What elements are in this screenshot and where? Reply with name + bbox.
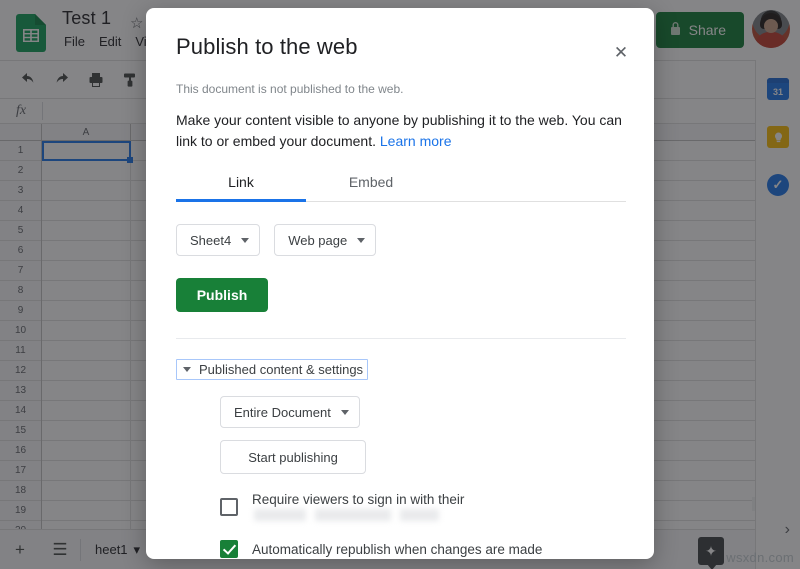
dialog-title: Publish to the web xyxy=(176,34,624,60)
format-select-value: Web page xyxy=(288,233,347,248)
scope-select[interactable]: Entire Document xyxy=(220,396,360,428)
require-signin-row[interactable]: Require viewers to sign in with their xyxy=(220,492,624,522)
chevron-down-icon xyxy=(183,367,191,372)
dialog-tabs: Link Embed xyxy=(176,174,626,202)
dialog-content: Publish to the web ✕ This document is no… xyxy=(146,8,654,559)
tab-embed[interactable]: Embed xyxy=(306,174,436,201)
auto-republish-row[interactable]: Automatically republish when changes are… xyxy=(220,540,624,558)
published-content-settings-label: Published content & settings xyxy=(199,362,363,377)
dialog-divider xyxy=(176,338,626,339)
sheet-select[interactable]: Sheet4 xyxy=(176,224,260,256)
start-publishing-button[interactable]: Start publishing xyxy=(220,440,366,474)
auto-republish-label: Automatically republish when changes are… xyxy=(252,542,542,557)
require-signin-label-text: Require viewers to sign in with their xyxy=(252,492,464,507)
screen: Test 1 ☆ File Edit Vi Share xyxy=(0,0,800,569)
published-content-settings-toggle[interactable]: Published content & settings xyxy=(176,359,368,380)
watermark: wsxdn.com xyxy=(726,550,794,565)
format-select[interactable]: Web page xyxy=(274,224,376,256)
close-icon[interactable]: ✕ xyxy=(610,42,632,64)
chevron-down-icon xyxy=(357,238,365,243)
auto-republish-checkbox[interactable] xyxy=(220,540,238,558)
publish-to-web-dialog: Publish to the web ✕ This document is no… xyxy=(146,8,654,559)
dialog-description: Make your content visible to anyone by p… xyxy=(176,110,624,152)
scope-select-value: Entire Document xyxy=(234,405,331,420)
redacted-domain-text xyxy=(254,509,439,521)
tab-link[interactable]: Link xyxy=(176,174,306,201)
publish-status-text: This document is not published to the we… xyxy=(176,82,624,96)
publish-selectors: Sheet4 Web page xyxy=(176,224,624,256)
require-signin-label: Require viewers to sign in with their xyxy=(252,492,624,522)
learn-more-link[interactable]: Learn more xyxy=(380,133,452,149)
publish-button[interactable]: Publish xyxy=(176,278,268,312)
require-signin-checkbox[interactable] xyxy=(220,498,238,516)
published-content-settings-body: Entire Document Start publishing Require… xyxy=(220,380,624,558)
chevron-down-icon xyxy=(341,410,349,415)
sheet-select-value: Sheet4 xyxy=(190,233,231,248)
chevron-down-icon xyxy=(241,238,249,243)
